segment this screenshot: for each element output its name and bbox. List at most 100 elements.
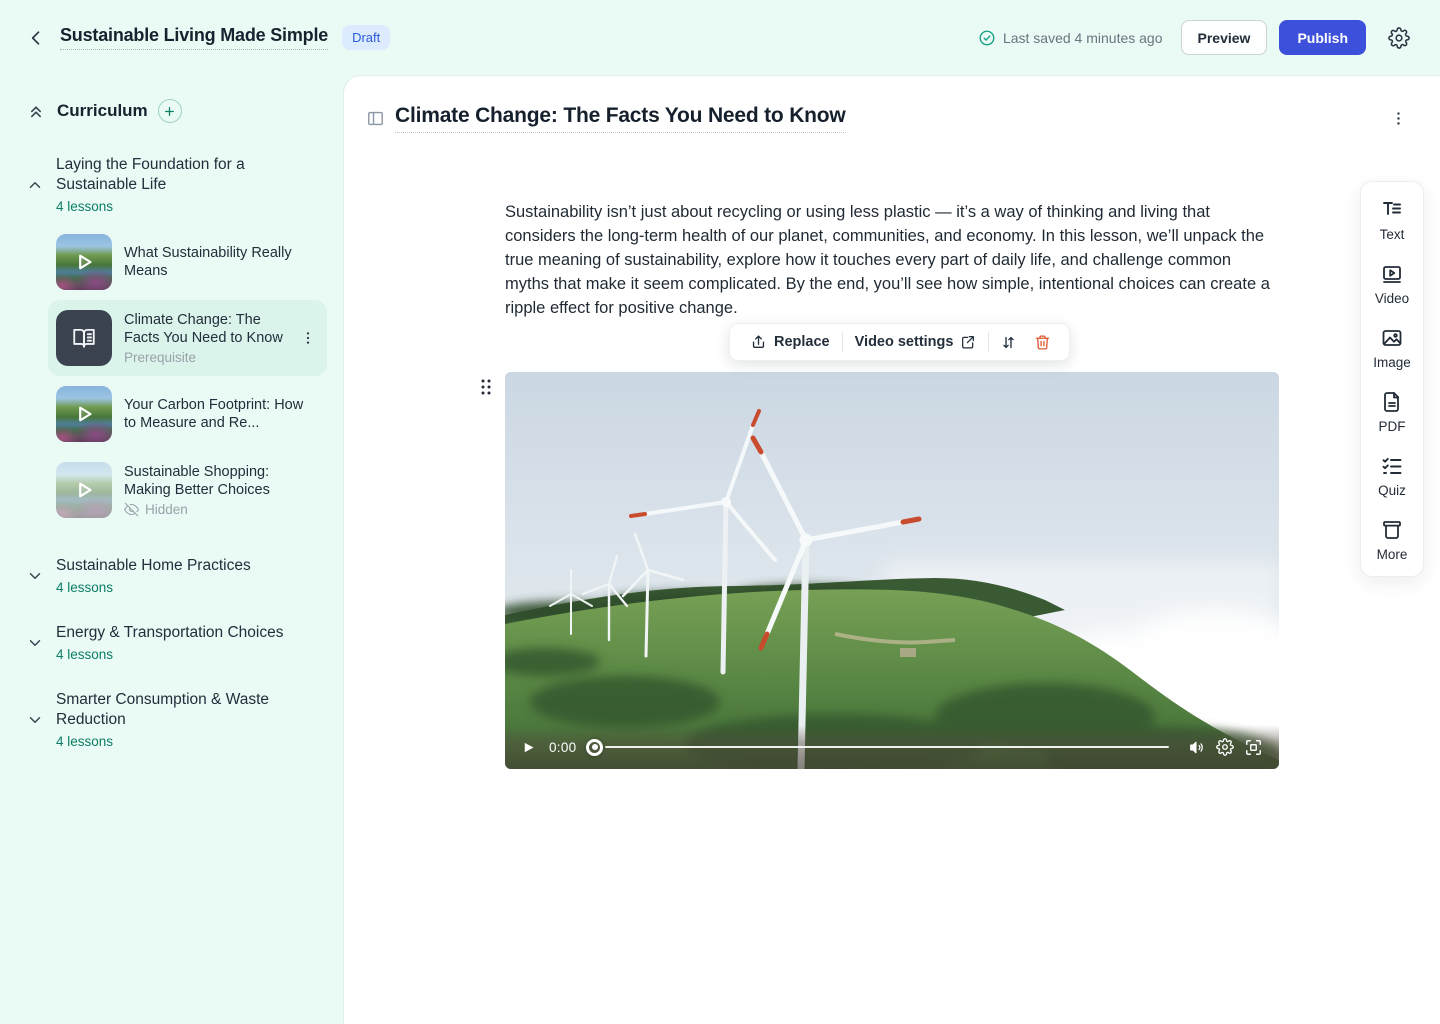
palette-label: Quiz (1378, 483, 1406, 498)
fullscreen-icon (1244, 738, 1263, 757)
curriculum-section: Sustainable Home Practices 4 lessons (0, 556, 343, 595)
text-block-icon (1380, 198, 1404, 222)
video-settings-label: Video settings (855, 334, 954, 350)
play-icon (56, 462, 112, 518)
lesson-prerequisite-label: Prerequisite (124, 350, 297, 365)
topbar: Sustainable Living Made Simple Draft Las… (0, 0, 1440, 75)
check-circle-icon (978, 29, 996, 47)
quiz-block-icon (1380, 454, 1404, 478)
publish-button[interactable]: Publish (1279, 20, 1366, 55)
section-lesson-count: 4 lessons (56, 734, 296, 749)
chevron-down-icon[interactable] (24, 632, 46, 654)
lesson-list: What Sustainability Really Means Climate… (0, 224, 343, 528)
arrows-up-down-icon (1000, 334, 1017, 351)
palette-pdf-button[interactable]: PDF (1379, 390, 1406, 434)
pdf-block-icon (1380, 390, 1404, 414)
play-icon (56, 386, 112, 442)
section-header[interactable]: Energy & Transportation Choices 4 lesson… (0, 623, 343, 662)
section-header[interactable]: Sustainable Home Practices 4 lessons (0, 556, 343, 595)
section-header[interactable]: Laying the Foundation for a Sustainable … (0, 155, 343, 214)
panel-left-icon (366, 109, 385, 128)
curriculum-sidebar: Curriculum Laying the Foundation for a S… (0, 75, 343, 1024)
curriculum-section: Laying the Foundation for a Sustainable … (0, 155, 343, 528)
palette-more-button[interactable]: More (1377, 518, 1408, 562)
curriculum-header: Curriculum (0, 95, 343, 127)
volume-button[interactable] (1183, 733, 1211, 761)
gear-icon (1216, 738, 1234, 756)
video-controls: 0:00 (505, 725, 1279, 769)
back-button[interactable] (22, 24, 50, 52)
video-settings-gear-button[interactable] (1211, 733, 1239, 761)
book-open-icon (71, 325, 97, 351)
course-editor-app: Sustainable Living Made Simple Draft Las… (0, 0, 1440, 1024)
video-settings-button[interactable]: Video settings (845, 324, 987, 360)
add-section-button[interactable] (158, 99, 182, 123)
lesson-video-thumbnail (56, 386, 112, 442)
course-title-input[interactable]: Sustainable Living Made Simple (60, 25, 328, 50)
video-player[interactable]: 0:00 (505, 372, 1279, 769)
external-link-icon (960, 334, 976, 350)
lesson-options-button[interactable] (1386, 107, 1410, 131)
progress-track[interactable] (605, 746, 1169, 749)
lesson-reading-tile (56, 310, 112, 366)
chevrons-up-icon (26, 101, 46, 121)
replace-button[interactable]: Replace (740, 324, 840, 360)
image-block-icon (1380, 326, 1404, 350)
palette-video-button[interactable]: Video (1375, 262, 1409, 306)
palette-label: More (1377, 547, 1408, 562)
block-drag-handle[interactable] (477, 376, 495, 398)
chevron-down-icon[interactable] (24, 565, 46, 587)
lesson-editor: Climate Change: The Facts You Need to Kn… (343, 75, 1440, 1024)
lesson-item[interactable]: Your Carbon Footprint: How to Measure an… (48, 376, 327, 452)
video-block-toolbar: Replace Video settings (729, 323, 1070, 361)
toolbar-divider (988, 332, 989, 352)
section-title: Smarter Consumption & Waste Reduction (56, 690, 296, 730)
play-icon (56, 234, 112, 290)
palette-text-button[interactable]: Text (1380, 198, 1405, 242)
settings-button[interactable] (1384, 23, 1414, 53)
lesson-video-thumbnail (56, 462, 112, 518)
topbar-actions: Last saved 4 minutes ago Preview Publish (978, 20, 1414, 55)
toggle-sidebar-button[interactable] (363, 107, 387, 131)
lesson-title: Sustainable Shopping: Making Better Choi… (124, 463, 319, 499)
play-icon (521, 740, 536, 755)
move-block-button[interactable] (991, 324, 1025, 360)
kebab-icon (1390, 110, 1407, 127)
video-block-icon (1380, 262, 1404, 286)
lesson-header: Climate Change: The Facts You Need to Kn… (344, 76, 1440, 133)
chevron-down-icon[interactable] (24, 709, 46, 731)
fullscreen-button[interactable] (1239, 733, 1267, 761)
lesson-item-selected[interactable]: Climate Change: The Facts You Need to Kn… (48, 300, 327, 376)
palette-image-button[interactable]: Image (1373, 326, 1411, 370)
eye-off-icon (124, 502, 139, 517)
lesson-menu-button[interactable] (297, 327, 319, 349)
lesson-title-input[interactable]: Climate Change: The Facts You Need to Kn… (395, 104, 846, 133)
lesson-title: Your Carbon Footprint: How to Measure an… (124, 396, 319, 432)
video-time: 0:00 (549, 740, 576, 755)
section-lesson-count: 4 lessons (56, 647, 283, 662)
lesson-video-thumbnail (56, 234, 112, 290)
section-header[interactable]: Smarter Consumption & Waste Reduction 4 … (0, 690, 343, 749)
lesson-item[interactable]: What Sustainability Really Means (48, 224, 327, 300)
play-button[interactable] (517, 736, 539, 758)
video-frame-landscape (505, 372, 1279, 769)
delete-block-button[interactable] (1025, 324, 1059, 360)
video-progress (586, 737, 1169, 757)
trash-icon (1034, 334, 1051, 351)
collapse-all-button[interactable] (24, 99, 48, 123)
toolbar-divider (842, 332, 843, 352)
chevron-up-icon[interactable] (24, 174, 46, 196)
section-lesson-count: 4 lessons (56, 199, 296, 214)
scrubber-handle[interactable] (586, 739, 603, 756)
palette-label: Image (1373, 355, 1411, 370)
lesson-intro-paragraph[interactable]: Sustainability isn’t just about recyclin… (505, 200, 1279, 320)
chevron-left-icon (26, 28, 46, 48)
save-status: Last saved 4 minutes ago (978, 29, 1163, 47)
palette-quiz-button[interactable]: Quiz (1378, 454, 1406, 498)
palette-label: PDF (1379, 419, 1406, 434)
gear-icon (1388, 27, 1410, 49)
more-blocks-icon (1380, 518, 1404, 542)
preview-button[interactable]: Preview (1181, 20, 1268, 55)
lesson-item-hidden[interactable]: Sustainable Shopping: Making Better Choi… (48, 452, 327, 528)
upload-icon (750, 334, 767, 351)
